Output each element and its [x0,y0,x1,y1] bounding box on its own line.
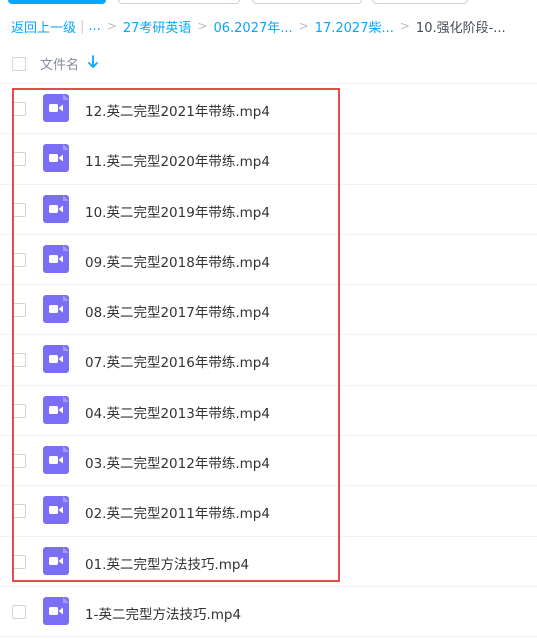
toolbar-button-2[interactable] [118,0,240,4]
breadcrumb-current: 10.强化阶段-... [415,20,506,36]
back-link[interactable]: 返回上一级 [11,17,76,36]
row-checkbox[interactable] [12,403,26,418]
sort-down-arrow-icon[interactable] [87,54,99,70]
breadcrumb-item-2[interactable]: 06.2027年... [213,17,292,36]
video-file-icon [43,596,69,625]
file-row[interactable]: 09.英二完型2018年带练.mp4 [0,235,537,286]
breadcrumb-ellipsis[interactable]: ... [88,19,100,34]
chevron-right-icon: > [106,19,117,33]
row-checkbox[interactable] [12,202,26,217]
video-file-icon [43,496,69,525]
file-list-header: 文件名 [0,50,537,84]
select-all-checkbox[interactable] [12,57,26,71]
video-file-icon [43,94,69,122]
file-name[interactable]: 08.英二完型2017年带练.mp4 [85,301,270,321]
row-checkbox[interactable] [12,252,26,267]
upload-button[interactable] [8,0,106,4]
file-row[interactable]: 04.英二完型2013年带练.mp4 [0,386,537,437]
video-file-icon [43,446,69,475]
file-name[interactable]: 09.英二完型2018年带练.mp4 [85,251,270,271]
video-file-icon [43,295,69,324]
file-name[interactable]: 04.英二完型2013年带练.mp4 [85,402,270,422]
file-name[interactable]: 01.英二完型方法技巧.mp4 [85,553,249,573]
breadcrumb-item-1[interactable]: 27考研英语 [123,17,192,36]
video-file-icon [43,144,69,173]
file-row[interactable]: 07.英二完型2016年带练.mp4 [0,335,537,386]
row-checkbox[interactable] [12,303,26,318]
video-file-icon [43,546,69,575]
row-checkbox[interactable] [12,353,26,368]
video-file-icon [43,395,69,424]
file-name[interactable]: 07.英二完型2016年带练.mp4 [85,351,270,371]
file-name[interactable]: 10.英二完型2019年带练.mp4 [85,201,270,221]
file-name[interactable]: 1-英二完型方法技巧.mp4 [85,603,241,623]
row-checkbox[interactable] [12,152,26,167]
breadcrumb: 返回上一级 | ... > 27考研英语 > 06.2027年... > 17.… [11,17,537,36]
toolbar-button-4[interactable] [372,0,468,4]
video-file-icon [43,345,69,374]
file-name[interactable]: 03.英二完型2012年带练.mp4 [85,452,270,472]
row-checkbox[interactable] [12,604,26,619]
toolbar-button-3[interactable] [252,0,362,4]
toolbar-buttons [0,0,537,6]
file-row[interactable]: 02.英二完型2011年带练.mp4 [0,486,537,537]
row-checkbox[interactable] [12,554,26,569]
breadcrumb-item-3[interactable]: 17.2027柴... [315,17,394,36]
file-list: 12.英二完型2021年带练.mp4 11.英二完型2020年带练.mp4 10.英… [0,84,537,638]
file-row[interactable]: 12.英二完型2021年带练.mp4 [0,84,537,135]
file-row[interactable]: 10.英二完型2019年带练.mp4 [0,185,537,235]
file-row[interactable]: 01.英二完型方法技巧.mp4 [0,537,537,587]
chevron-right-icon: > [197,19,208,33]
chevron-right-icon: > [399,19,410,33]
row-checkbox[interactable] [12,454,26,469]
video-file-icon [43,244,69,273]
file-name[interactable]: 11.英二完型2020年带练.mp4 [85,150,270,170]
file-row[interactable]: 03.英二完型2012年带练.mp4 [0,436,537,487]
row-checkbox[interactable] [12,504,26,519]
breadcrumb-divider: | [80,18,85,34]
column-header-filename[interactable]: 文件名 [40,54,79,73]
file-row[interactable]: 1-英二完型方法技巧.mp4 [0,587,537,638]
row-checkbox[interactable] [12,102,26,116]
file-name[interactable]: 02.英二完型2011年带练.mp4 [85,502,270,522]
file-row[interactable]: 08.英二完型2017年带练.mp4 [0,285,537,336]
chevron-right-icon: > [298,19,309,33]
video-file-icon [43,194,69,223]
file-row[interactable]: 11.英二完型2020年带练.mp4 [0,134,537,185]
file-name[interactable]: 12.英二完型2021年带练.mp4 [85,100,270,120]
